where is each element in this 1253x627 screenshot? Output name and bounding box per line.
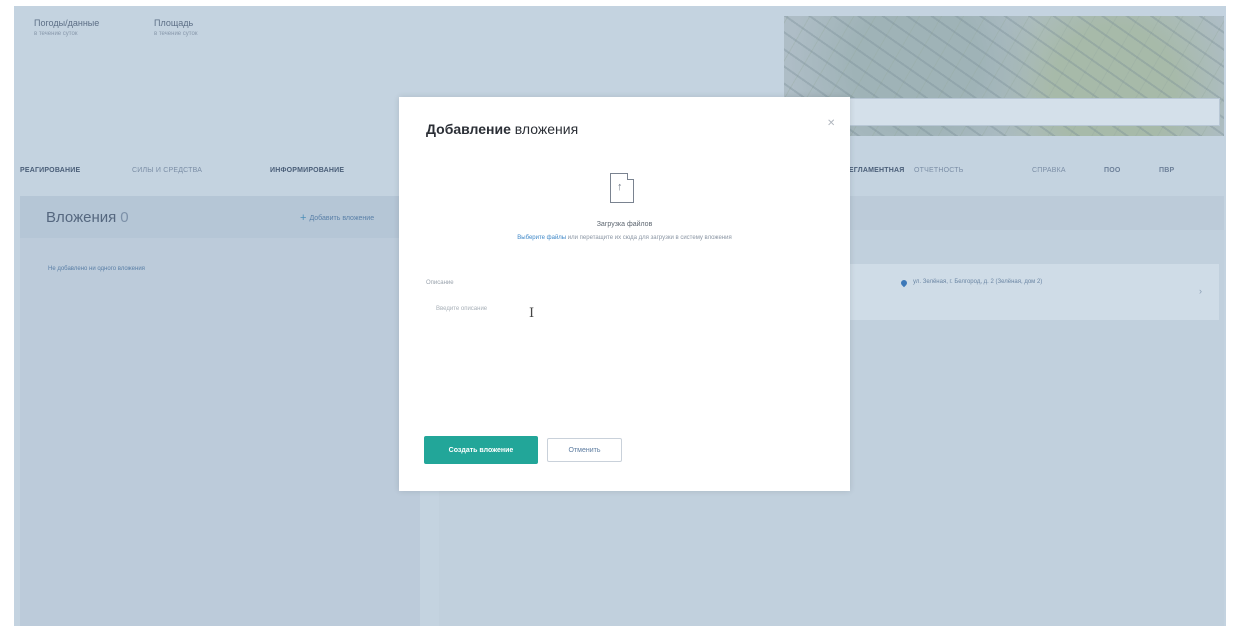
location-card-text: ул. Зелёная, г. Белгород, д. 2 (Зелёная,… <box>913 279 1043 285</box>
nav-item-pvr[interactable]: ПВР <box>1159 167 1174 174</box>
add-attachment-button[interactable]: + Добавить вложение <box>300 212 374 224</box>
nav-item-informing[interactable]: ИНФОРМИРОВАНИЕ <box>270 167 344 174</box>
upload-label: Загрузка файлов <box>596 221 653 228</box>
modal-title-bold: Добавление <box>426 121 511 137</box>
modal-title: Добавление вложения <box>426 121 578 137</box>
location-card[interactable]: ул. Зелёная, г. Белгород, д. 2 (Зелёная,… <box>849 264 1219 320</box>
text-cursor-icon: I <box>529 306 535 321</box>
attachments-panel: Вложения 0 + Добавить вложение Не добавлен… <box>20 196 420 626</box>
header-field-area: Площадь в течение суток <box>154 18 197 37</box>
nav-item-response[interactable]: РЕАГИРОВАНИЕ <box>20 167 80 174</box>
map-address-bar <box>790 98 1220 126</box>
attachments-title: Вложения 0 <box>46 209 129 226</box>
file-upload-icon[interactable]: ↑ <box>610 173 634 203</box>
close-icon[interactable]: ✕ <box>827 118 835 129</box>
attachments-title-text: Вложения <box>46 209 117 226</box>
chevron-right-icon: › <box>1199 286 1202 296</box>
attachments-header: Вложения 0 + Добавить вложение <box>20 196 420 238</box>
upload-hint: Выберите файлы или перетащите их сюда дл… <box>399 235 850 241</box>
upload-hint-text: или перетащите их сюда для загрузки в си… <box>566 235 732 241</box>
plus-icon: + <box>300 212 307 224</box>
cancel-button[interactable]: Отменить <box>547 438 622 462</box>
nav-item-reports[interactable]: ОТЧЕТНОСТЬ <box>914 167 964 174</box>
add-attachment-modal: Добавление вложения ✕ ↑ Загрузка файлов … <box>399 97 850 491</box>
header-field-value: в течение суток <box>154 31 198 37</box>
location-pin-icon <box>899 278 909 288</box>
modal-title-rest: вложения <box>510 121 579 137</box>
description-label: Описание <box>426 280 454 286</box>
header-field-label: Погоды/данные <box>34 18 100 28</box>
add-attachment-label: Добавить вложение <box>309 215 375 222</box>
create-attachment-button[interactable]: Создать вложение <box>424 436 538 464</box>
attachments-empty-text: Не добавлено ни одного вложения <box>48 266 145 272</box>
header-field-value: в течение суток <box>34 31 78 37</box>
nav-item-poo[interactable]: ПОО <box>1104 167 1121 174</box>
header-field-label: Площадь <box>154 18 194 28</box>
nav-item-forces[interactable]: СИЛЫ И СРЕДСТВА <box>132 167 202 174</box>
upload-arrow-icon: ↑ <box>617 181 623 193</box>
description-field[interactable] <box>426 300 821 410</box>
attachments-count: 0 <box>120 209 129 226</box>
nav-item-regulatory[interactable]: РЕГЛАМЕНТНАЯ <box>844 167 904 174</box>
choose-files-link[interactable]: Выберите файлы <box>517 235 566 241</box>
nav-item-reference[interactable]: СПРАВКА <box>1032 167 1066 174</box>
header-field-weather: Погоды/данные в течение суток <box>34 18 99 37</box>
